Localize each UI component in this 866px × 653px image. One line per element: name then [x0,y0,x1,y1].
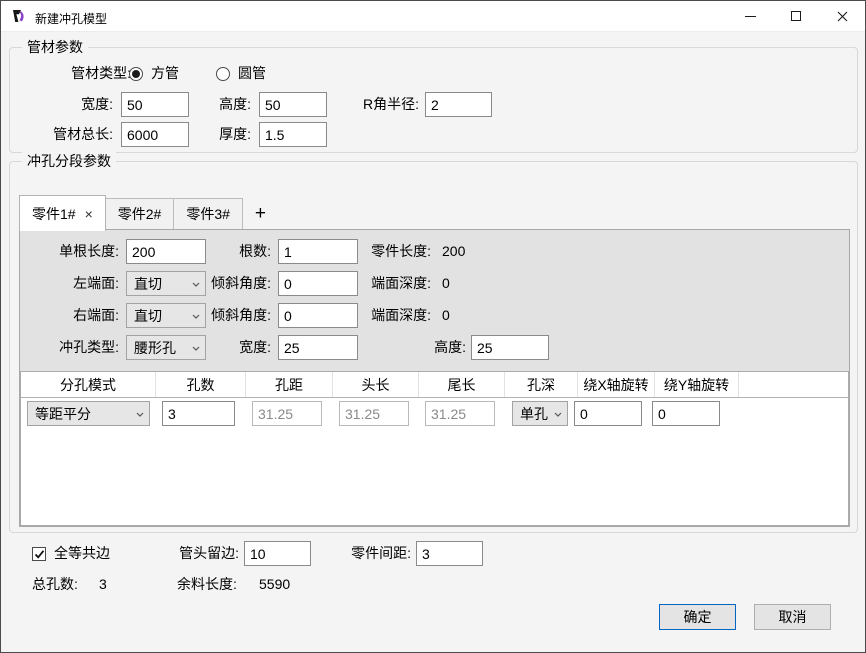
co-edge-label[interactable]: 全等共边 [54,541,110,566]
left-face-label: 左端面: [29,271,119,296]
rotate-y-input[interactable] [652,401,720,426]
left-face-select[interactable]: 直切 [126,271,206,296]
left-angle-input[interactable] [278,271,358,296]
radio-square-label[interactable]: 方管 [151,61,179,86]
punch-params-legend: 冲孔分段参数 [22,152,116,170]
hole-height-input[interactable] [471,335,549,360]
col-hole-depth: 孔深 [505,372,578,397]
pipe-thickness-label: 厚度: [171,122,251,147]
head-length-input [339,401,409,426]
add-tab-button[interactable]: + [243,198,278,230]
tab-part-2[interactable]: 零件2# [106,198,175,230]
part-tabstrip: 零件1# × 零件2# 零件3# + [19,194,278,230]
maximize-icon [791,11,801,21]
hole-type-select[interactable]: 腰形孔 [126,335,206,360]
pipe-radius-label: R角半径: [331,92,419,117]
pipe-length-label: 管材总长: [33,122,113,147]
col-tail-length: 尾长 [419,372,505,397]
col-split-mode: 分孔模式 [21,372,156,397]
pipe-thickness-input[interactable] [259,122,327,147]
close-button[interactable] [819,1,865,31]
hole-table-header: 分孔模式 孔数 孔距 头长 尾长 孔深 绕X轴旋转 绕Y轴旋转 [21,372,848,398]
hole-width-label: 宽度: [196,335,271,360]
remain-length-label: 余料长度: [177,572,237,597]
tab-part-3-label: 零件3# [186,204,230,224]
total-holes-value: 3 [99,572,107,597]
hole-depth-select[interactable]: 单孔 [512,401,568,426]
split-mode-select[interactable]: 等距平分 [27,401,150,426]
left-depth-label: 端面深度: [351,271,431,296]
col-hole-count: 孔数 [156,372,246,397]
hole-width-input[interactable] [278,335,358,360]
single-length-input[interactable] [126,239,206,264]
ok-button[interactable]: 确定 [659,604,736,630]
minimize-icon [745,16,756,17]
close-icon [837,11,848,22]
hole-type-value: 腰形孔 [134,338,176,358]
new-punch-model-dialog: 新建冲孔模型 管材参数 管材类型: 方管 圆管 宽度: 高度: R角半径: 管材… [0,0,866,653]
tab-close-icon[interactable]: × [85,206,93,222]
part-length-value: 200 [442,239,465,264]
split-mode-value: 等距平分 [35,404,91,424]
window-title: 新建冲孔模型 [35,10,107,27]
chevron-down-icon [554,412,562,417]
radio-round-tube[interactable] [216,67,230,81]
total-holes-label: 总孔数: [32,572,78,597]
title-bar: 新建冲孔模型 [1,1,865,32]
maximize-button[interactable] [773,1,819,31]
chevron-down-icon [136,412,144,417]
cancel-button[interactable]: 取消 [754,604,831,630]
hole-spacing-input [252,401,322,426]
right-depth-label: 端面深度: [351,303,431,328]
tab-part-1[interactable]: 零件1# × [19,195,106,231]
right-face-label: 右端面: [29,303,119,328]
right-face-select[interactable]: 直切 [126,303,206,328]
hole-count-input[interactable] [162,401,235,426]
left-face-value: 直切 [134,274,162,294]
part-gap-input[interactable] [416,541,483,566]
col-rotate-x: 绕X轴旋转 [578,372,655,397]
pipe-width-label: 宽度: [36,92,113,117]
left-angle-label: 倾斜角度: [196,271,271,296]
part-length-label: 零件长度: [351,239,431,264]
check-icon [34,549,45,560]
hole-height-label: 高度: [386,335,466,360]
head-margin-label: 管头留边: [159,541,239,566]
right-face-value: 直切 [134,306,162,326]
minimize-button[interactable] [727,1,773,31]
col-hole-spacing: 孔距 [246,372,333,397]
hole-depth-value: 单孔 [520,404,548,424]
radio-round-label[interactable]: 圆管 [238,61,266,86]
single-length-label: 单根长度: [29,239,119,264]
left-depth-value: 0 [442,271,450,296]
count-label: 根数: [196,239,271,264]
radio-square-tube[interactable] [129,67,143,81]
pipe-type-label: 管材类型: [31,61,131,86]
tail-length-input [425,401,495,426]
app-logo-icon [11,8,27,24]
count-input[interactable] [278,239,358,264]
pipe-radius-input[interactable] [425,92,492,117]
right-angle-label: 倾斜角度: [196,303,271,328]
hole-table: 分孔模式 孔数 孔距 头长 尾长 孔深 绕X轴旋转 绕Y轴旋转 等距平分 单孔 [20,371,849,526]
pipe-height-label: 高度: [171,92,251,117]
head-margin-input[interactable] [244,541,311,566]
remain-length-value: 5590 [259,572,290,597]
pipe-height-input[interactable] [259,92,327,117]
tab-part-1-label: 零件1# [32,204,76,224]
pipe-params-legend: 管材参数 [22,38,88,56]
right-angle-input[interactable] [278,303,358,328]
rotate-x-input[interactable] [574,401,642,426]
col-rotate-y: 绕Y轴旋转 [655,372,739,397]
col-head-length: 头长 [333,372,419,397]
tab-part-2-label: 零件2# [118,204,162,224]
right-depth-value: 0 [442,303,450,328]
hole-type-label: 冲孔类型: [29,335,119,360]
co-edge-checkbox[interactable] [32,547,46,561]
tab-part-3[interactable]: 零件3# [174,198,243,230]
part-gap-label: 零件间距: [331,541,411,566]
